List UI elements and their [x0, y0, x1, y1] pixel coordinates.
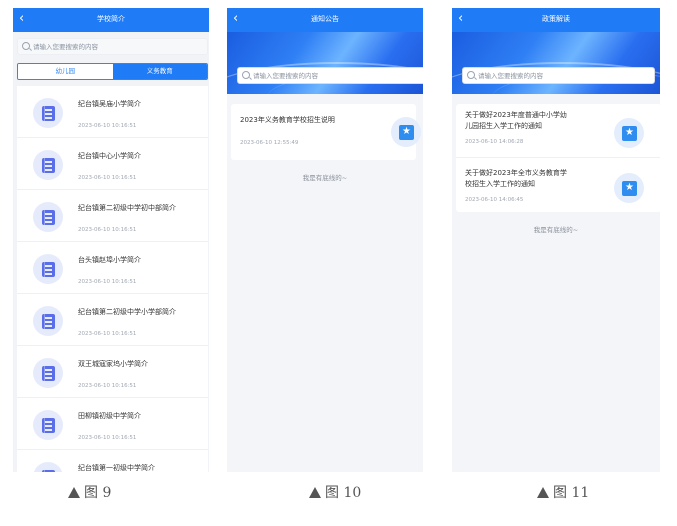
item-date: 2023-06-10 10:16:51 [78, 435, 137, 441]
figure-caption-9: 图 9 [68, 484, 111, 502]
header-banner [227, 32, 423, 94]
list-end-footer: 我是有底线的~ [302, 174, 348, 182]
policy-title-line2: 校招生入学工作的通知 [465, 180, 535, 188]
figure-caption-10: 图 10 [309, 484, 361, 502]
tab-compulsory-education[interactable]: 义务教育 [112, 64, 207, 79]
nav-bar: ‹ 政策解读 [452, 8, 660, 32]
policy-date: 2023-06-10 14:06:45 [465, 197, 524, 203]
book-icon [33, 410, 63, 440]
star-book-icon: ★ [614, 118, 644, 148]
notice-title: 2023年义务教育学校招生说明 [240, 116, 335, 124]
page-title: 学校简介 [97, 15, 125, 23]
list-item[interactable]: 纪台镇中心小学简介 2023-06-10 10:16:51 [17, 138, 208, 190]
list-item[interactable]: 关于做好2023年全市义务教育学 校招生入学工作的通知 2023-06-10 1… [456, 158, 660, 212]
book-icon [33, 254, 63, 284]
figure-caption-11: 图 11 [537, 484, 589, 502]
book-icon [33, 358, 63, 388]
list-item[interactable]: 关于做好2023年度普通中小学幼 儿园招生入学工作的通知 2023-06-10 … [456, 104, 660, 158]
search-input[interactable]: 请输入您要搜索的内容 [462, 67, 655, 84]
search-input[interactable]: 请输入您要搜索的内容 [17, 38, 208, 55]
item-title: 田柳镇初级中学简介 [78, 412, 141, 420]
list-item[interactable]: 纪台镇第一初级中学简介 [17, 450, 208, 472]
nav-bar: ‹ 学校简介 [13, 8, 209, 32]
notice-card[interactable]: 2023年义务教育学校招生说明 2023-06-10 12:55:49 ★ [231, 104, 421, 160]
item-date: 2023-06-10 10:16:51 [78, 123, 137, 129]
search-placeholder: 请输入您要搜索的内容 [33, 43, 98, 51]
category-tabs: 幼儿园 义务教育 [17, 63, 208, 80]
policy-list: 关于做好2023年度普通中小学幼 儿园招生入学工作的通知 2023-06-10 … [456, 104, 660, 212]
list-item[interactable]: 双王城寇家坞小学简介 2023-06-10 10:16:51 [17, 346, 208, 398]
notice-date: 2023-06-10 12:55:49 [240, 140, 299, 146]
book-icon [33, 462, 63, 472]
item-date: 2023-06-10 10:16:51 [78, 383, 137, 389]
book-icon [33, 306, 63, 336]
item-date: 2023-06-10 10:16:51 [78, 227, 137, 233]
search-placeholder: 请输入您要搜索的内容 [253, 72, 318, 80]
search-icon [22, 42, 30, 50]
list-item[interactable]: 纪台镇第二初级中学初中部简介 2023-06-10 10:16:51 [17, 190, 208, 242]
item-date: 2023-06-10 10:16:51 [78, 331, 137, 337]
policy-title-line1: 关于做好2023年度普通中小学幼 [465, 111, 567, 119]
item-title: 台头镇赵埠小学简介 [78, 256, 141, 264]
header-banner [452, 32, 660, 94]
book-icon [33, 150, 63, 180]
item-title: 纪台镇中心小学简介 [78, 152, 141, 160]
triangle-icon [309, 487, 321, 498]
search-icon [467, 71, 475, 79]
policy-date: 2023-06-10 14:06:28 [465, 139, 524, 145]
list-item[interactable]: 纪台镇吴庙小学简介 2023-06-10 10:16:51 [17, 86, 208, 138]
policy-title-line2: 儿园招生入学工作的通知 [465, 122, 542, 130]
nav-bar: ‹ 通知公告 [227, 8, 423, 32]
star-book-icon: ★ [614, 173, 644, 203]
tab-kindergarten[interactable]: 幼儿园 [18, 64, 113, 79]
search-icon [242, 71, 250, 79]
book-icon [33, 98, 63, 128]
item-date: 2023-06-10 10:16:51 [78, 175, 137, 181]
list-item[interactable]: 台头镇赵埠小学简介 2023-06-10 10:16:51 [17, 242, 208, 294]
screen-school-intro: ‹ 学校简介 请输入您要搜索的内容 幼儿园 义务教育 纪台镇吴庙小学简介 202… [13, 8, 209, 472]
item-title: 纪台镇吴庙小学简介 [78, 100, 141, 108]
list-end-footer: 我是有底线的~ [533, 226, 579, 234]
book-icon [33, 202, 63, 232]
item-title: 双王城寇家坞小学简介 [78, 360, 148, 368]
star-book-icon: ★ [391, 117, 421, 147]
item-title: 纪台镇第二初级中学初中部简介 [78, 204, 176, 212]
search-placeholder: 请输入您要搜索的内容 [478, 72, 543, 80]
item-title: 纪台镇第一初级中学简介 [78, 464, 155, 472]
item-title: 纪台镇第二初级中学小学部简介 [78, 308, 176, 316]
list-item[interactable]: 田柳镇初级中学简介 2023-06-10 10:16:51 [17, 398, 208, 450]
triangle-icon [68, 487, 80, 498]
item-date: 2023-06-10 10:16:51 [78, 279, 137, 285]
policy-title-line1: 关于做好2023年全市义务教育学 [465, 169, 567, 177]
triangle-icon [537, 487, 549, 498]
page-title: 通知公告 [311, 15, 339, 23]
screen-policy: ‹ 政策解读 请输入您要搜索的内容 关于做好2023年度普通中小学幼 儿园招生入… [452, 8, 660, 472]
list-item[interactable]: 纪台镇第二初级中学小学部简介 2023-06-10 10:16:51 [17, 294, 208, 346]
school-list: 纪台镇吴庙小学简介 2023-06-10 10:16:51 纪台镇中心小学简介 … [17, 86, 208, 472]
search-input[interactable]: 请输入您要搜索的内容 [237, 67, 423, 84]
screen-notices: ‹ 通知公告 请输入您要搜索的内容 2023年义务教育学校招生说明 2023-0… [227, 8, 423, 472]
page-title: 政策解读 [542, 15, 570, 23]
